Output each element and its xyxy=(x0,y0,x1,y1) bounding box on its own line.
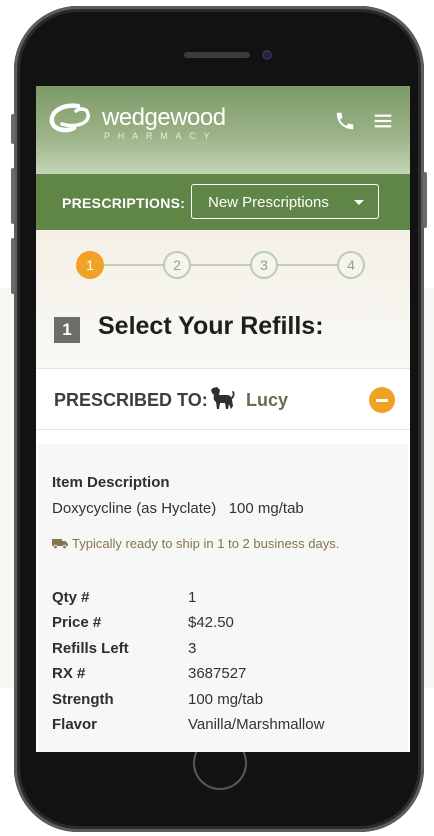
price-value: $42.50 xyxy=(188,614,234,631)
flavor-label: Flavor xyxy=(52,716,98,733)
step-2[interactable]: 2 xyxy=(163,251,191,279)
truck-icon xyxy=(52,539,68,549)
app-screen: wedgewood PHARMACY PRESCRIPTIONS: New Pr… xyxy=(36,86,410,752)
front-camera xyxy=(262,50,272,60)
logo-subtitle: PHARMACY xyxy=(104,131,218,141)
step-progress: 1 2 3 4 1 Select Your Refills: xyxy=(36,230,410,368)
prescriptions-dropdown[interactable]: New Prescriptions xyxy=(191,184,379,219)
step-3[interactable]: 3 xyxy=(250,251,278,279)
item-description-label: Item Description xyxy=(52,474,170,491)
power-button xyxy=(423,172,427,228)
collapse-minus-icon[interactable] xyxy=(369,387,395,413)
strength-label: Strength xyxy=(52,691,114,708)
volume-down-button xyxy=(11,238,15,294)
flavor-value: Vanilla/Marshmallow xyxy=(188,716,325,733)
speaker-grille xyxy=(184,52,250,58)
prescriptions-bar: PRESCRIPTIONS: New Prescriptions xyxy=(36,174,410,230)
wedgewood-logo[interactable]: wedgewood PHARMACY xyxy=(48,102,226,142)
logo-swirl-icon xyxy=(49,103,90,133)
section-gap xyxy=(36,430,410,444)
rx-number-label: RX # xyxy=(52,665,86,682)
pet-name: Lucy xyxy=(246,390,289,410)
item-description: Doxycycline (as Hyclate) 100 mg/tab xyxy=(52,500,304,517)
site-header: wedgewood PHARMACY xyxy=(36,86,410,174)
refills-left-label: Refills Left xyxy=(52,640,129,657)
menu-icon[interactable] xyxy=(372,110,394,132)
qty-label: Qty # xyxy=(52,589,90,606)
dog-icon xyxy=(211,387,235,409)
strength-value: 100 mg/tab xyxy=(188,691,264,708)
shipping-note: Typically ready to ship in 1 to 2 busine… xyxy=(52,536,339,551)
item-card: Item Description Doxycycline (as Hyclate… xyxy=(38,444,408,752)
phone-icon[interactable] xyxy=(334,110,356,132)
caret-down-icon xyxy=(354,200,364,205)
page-title: Select Your Refills: xyxy=(98,312,324,340)
qty-value: 1 xyxy=(188,589,197,606)
volume-up-button xyxy=(11,168,15,224)
dropdown-selected-value: New Prescriptions xyxy=(208,194,329,211)
prescribed-to-label: PRESCRIBED TO: xyxy=(54,390,208,410)
step-1[interactable]: 1 xyxy=(76,251,104,279)
mute-switch xyxy=(11,114,15,144)
prescribed-to-header[interactable]: PRESCRIBED TO: Lucy xyxy=(36,368,410,430)
rx-number-value: 3687527 xyxy=(188,665,247,682)
refills-left-value: 3 xyxy=(188,640,197,657)
price-label: Price # xyxy=(52,614,102,631)
shipping-note-text: Typically ready to ship in 1 to 2 busine… xyxy=(72,536,340,551)
step-connector-line xyxy=(92,264,352,266)
section-number-badge: 1 xyxy=(54,317,80,343)
logo-wordmark: wedgewood xyxy=(102,104,226,131)
step-4[interactable]: 4 xyxy=(337,251,365,279)
prescriptions-label: PRESCRIPTIONS: xyxy=(62,195,186,211)
